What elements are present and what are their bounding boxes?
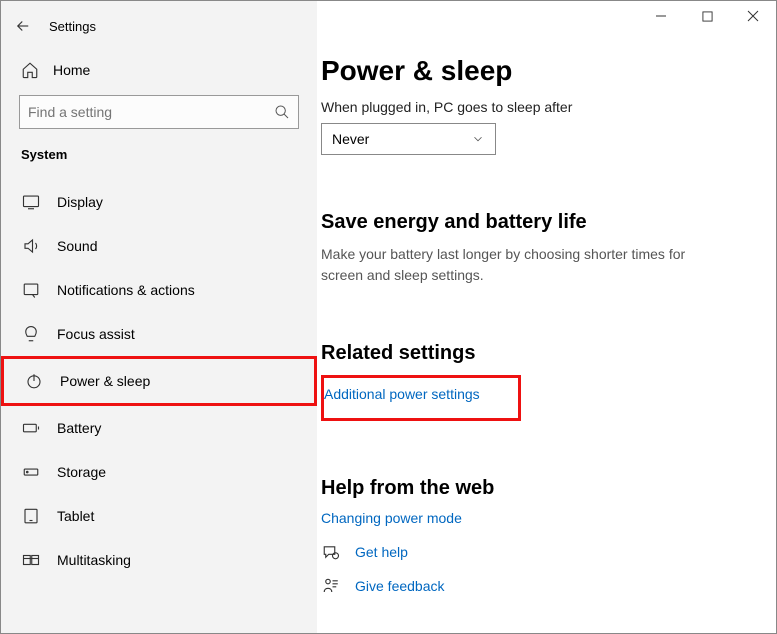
help-section-title: Help from the web [321,477,746,500]
sidebar-item-focus-assist[interactable]: Focus assist [1,312,317,356]
display-icon [21,192,41,212]
sidebar-item-power-sleep[interactable]: Power & sleep [1,356,317,406]
close-icon [747,10,759,22]
sidebar-home[interactable]: Home [1,51,317,89]
sidebar-item-label: Sound [57,238,97,254]
content-pane: Power & sleep When plugged in, PC goes t… [317,1,776,633]
sidebar-item-notifications[interactable]: Notifications & actions [1,268,317,312]
sidebar-item-label: Battery [57,420,101,436]
get-help-icon [321,542,341,562]
energy-section-body: Make your battery last longer by choosin… [321,244,711,286]
sleep-dropdown-value: Never [332,131,369,147]
sidebar-item-label: Notifications & actions [57,282,195,298]
changing-power-mode-link[interactable]: Changing power mode [321,510,462,526]
maximize-icon [702,11,713,22]
sidebar-item-tablet[interactable]: Tablet [1,494,317,538]
search-input[interactable] [28,104,274,120]
chevron-down-icon [471,132,485,146]
related-section-title: Related settings [321,342,746,365]
sleep-label: When plugged in, PC goes to sleep after [321,99,746,115]
sidebar-item-label: Multitasking [57,552,131,568]
search-input-wrap[interactable] [19,95,299,129]
sidebar-item-sound[interactable]: Sound [1,224,317,268]
sidebar-item-multitasking[interactable]: Multitasking [1,538,317,582]
sidebar-item-battery[interactable]: Battery [1,406,317,450]
sidebar: Settings Home System Display Sound [1,1,317,633]
close-button[interactable] [730,1,776,31]
feedback-icon [321,576,341,596]
sidebar-item-storage[interactable]: Storage [1,450,317,494]
get-help-link[interactable]: Get help [355,544,408,560]
notifications-icon [21,280,41,300]
sidebar-item-display[interactable]: Display [1,180,317,224]
search-icon [274,104,290,120]
additional-power-settings-link[interactable]: Additional power settings [324,386,480,402]
minimize-icon [655,10,667,22]
window-title: Settings [49,19,96,34]
sound-icon [21,236,41,256]
home-icon [21,61,39,79]
category-label: System [1,143,317,180]
tablet-icon [21,506,41,526]
power-icon [24,371,44,391]
sidebar-item-label: Focus assist [57,326,135,342]
sidebar-item-label: Tablet [57,508,94,524]
give-feedback-link[interactable]: Give feedback [355,578,445,594]
battery-icon [21,418,41,438]
multitasking-icon [21,550,41,570]
minimize-button[interactable] [638,1,684,31]
sidebar-item-label: Storage [57,464,106,480]
storage-icon [21,462,41,482]
sidebar-item-label: Power & sleep [60,373,150,389]
sidebar-home-label: Home [53,62,90,78]
energy-section-title: Save energy and battery life [321,211,746,234]
maximize-button[interactable] [684,1,730,31]
page-title: Power & sleep [321,55,746,87]
back-button[interactable] [3,9,43,43]
nav-list: Display Sound Notifications & actions Fo… [1,180,317,582]
highlight-box: Additional power settings [321,375,521,421]
sleep-dropdown[interactable]: Never [321,123,496,155]
arrow-left-icon [14,17,32,35]
focus-assist-icon [21,324,41,344]
sidebar-item-label: Display [57,194,103,210]
